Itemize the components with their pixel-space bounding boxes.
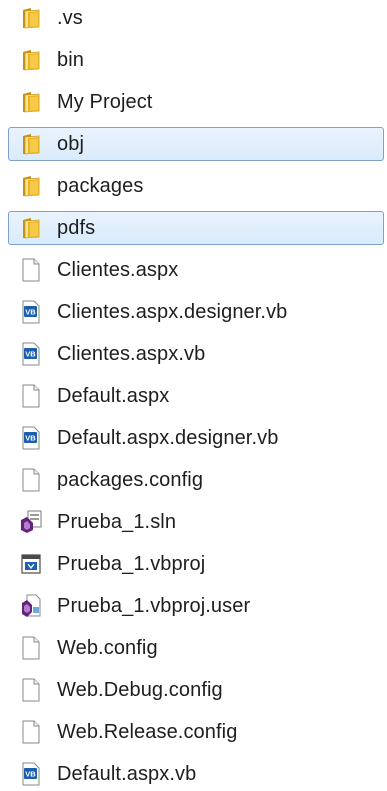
file-row-packages-config[interactable]: packages.config bbox=[8, 463, 384, 497]
file-name: Prueba_1.vbproj.user bbox=[57, 594, 251, 617]
file-name: Clientes.aspx.vb bbox=[57, 342, 206, 365]
blank-file-icon bbox=[19, 257, 43, 283]
folder-icon bbox=[19, 89, 43, 115]
blank-file-icon bbox=[19, 677, 43, 703]
file-name: packages.config bbox=[57, 468, 204, 491]
file-row-web-release-config[interactable]: Web.Release.config bbox=[8, 715, 384, 749]
blank-file-icon bbox=[19, 719, 43, 745]
file-row-clientes-aspx-designer-vb[interactable]: VB Clientes.aspx.designer.vb bbox=[8, 295, 384, 329]
folder-icon bbox=[19, 173, 43, 199]
file-row-obj-folder[interactable]: obj bbox=[8, 127, 384, 161]
file-name: Default.aspx.vb bbox=[57, 762, 197, 785]
file-row-web-debug-config[interactable]: Web.Debug.config bbox=[8, 673, 384, 707]
file-row-clientes-aspx[interactable]: Clientes.aspx bbox=[8, 253, 384, 287]
folder-icon bbox=[19, 215, 43, 241]
file-name: Clientes.aspx.designer.vb bbox=[57, 300, 288, 323]
file-row-clientes-aspx-vb[interactable]: VB Clientes.aspx.vb bbox=[8, 337, 384, 371]
file-name: Default.aspx bbox=[57, 384, 170, 407]
file-row-default-aspx-vb[interactable]: VB Default.aspx.vb bbox=[8, 757, 384, 791]
file-row-vs-folder[interactable]: .vs bbox=[8, 1, 384, 35]
file-row-web-config[interactable]: Web.config bbox=[8, 631, 384, 665]
file-row-default-aspx[interactable]: Default.aspx bbox=[8, 379, 384, 413]
file-name: Prueba_1.vbproj bbox=[57, 552, 206, 575]
file-row-my-project-folder[interactable]: My Project bbox=[8, 85, 384, 119]
svg-text:VB: VB bbox=[25, 350, 36, 359]
file-row-prueba-sln[interactable]: Prueba_1.sln bbox=[8, 505, 384, 539]
svg-text:VB: VB bbox=[25, 434, 36, 443]
file-name: packages bbox=[57, 174, 144, 197]
file-row-pdfs-folder[interactable]: pdfs bbox=[8, 211, 384, 245]
file-name: Web.config bbox=[57, 636, 158, 659]
folder-icon bbox=[19, 47, 43, 73]
folder-icon bbox=[19, 131, 43, 157]
vb-file-icon: VB bbox=[19, 425, 43, 451]
file-name: bin bbox=[57, 48, 84, 71]
file-row-prueba-vbproj[interactable]: Prueba_1.vbproj bbox=[8, 547, 384, 581]
svg-text:VB: VB bbox=[25, 770, 36, 779]
svg-text:VB: VB bbox=[25, 308, 36, 317]
file-row-bin-folder[interactable]: bin bbox=[8, 43, 384, 77]
file-row-packages-folder[interactable]: packages bbox=[8, 169, 384, 203]
vb-file-icon: VB bbox=[19, 299, 43, 325]
file-name: Clientes.aspx bbox=[57, 258, 179, 281]
blank-file-icon bbox=[19, 635, 43, 661]
vb-file-icon: VB bbox=[19, 341, 43, 367]
file-name: Web.Debug.config bbox=[57, 678, 223, 701]
file-row-prueba-vbproj-user[interactable]: Prueba_1.vbproj.user bbox=[8, 589, 384, 623]
solution-file-icon bbox=[19, 509, 43, 535]
vbproj-user-file-icon bbox=[19, 593, 43, 619]
vbproj-file-icon bbox=[19, 551, 43, 577]
file-name: .vs bbox=[57, 6, 83, 29]
folder-icon bbox=[19, 5, 43, 31]
file-name: Prueba_1.sln bbox=[57, 510, 177, 533]
file-name: My Project bbox=[57, 90, 153, 113]
file-name: obj bbox=[57, 132, 84, 155]
blank-file-icon bbox=[19, 467, 43, 493]
file-list: .vs bin My Project obj packages pdfs Cli… bbox=[0, 0, 387, 791]
vb-file-icon: VB bbox=[19, 761, 43, 787]
file-name: Default.aspx.designer.vb bbox=[57, 426, 279, 449]
file-name: pdfs bbox=[57, 216, 96, 239]
file-row-default-aspx-designer-vb[interactable]: VB Default.aspx.designer.vb bbox=[8, 421, 384, 455]
file-name: Web.Release.config bbox=[57, 720, 238, 743]
blank-file-icon bbox=[19, 383, 43, 409]
